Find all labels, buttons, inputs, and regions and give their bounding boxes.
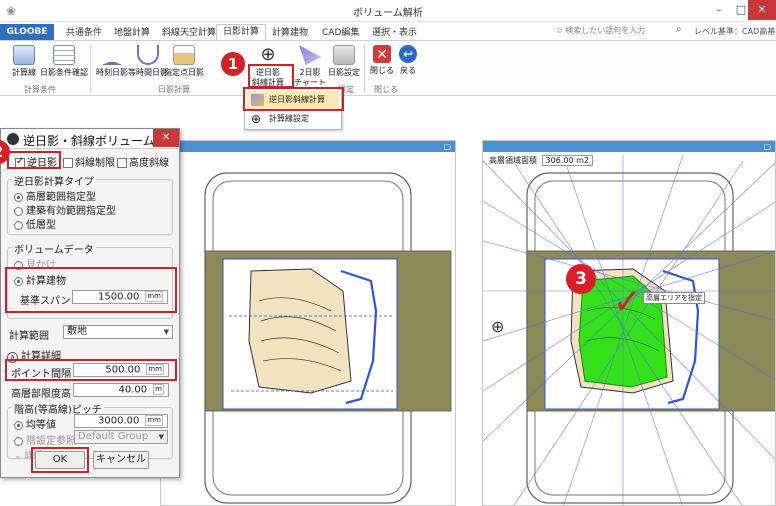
- radio-high-range[interactable]: 高層範囲指定型: [14, 188, 96, 203]
- group-select[interactable]: Default Group ▼: [74, 430, 168, 444]
- menu-item-calc-line-settings[interactable]: ⊕ 計算線設定: [247, 110, 339, 128]
- highlight-calc-building: [5, 267, 177, 313]
- tab-calc-building[interactable]: 計算建物: [272, 25, 308, 40]
- range-label: 計算範囲: [9, 331, 49, 342]
- checkbox-icon: [63, 158, 73, 168]
- search-input[interactable]: ⊘ 検索したい語句を入力: [556, 24, 684, 38]
- cancel-button[interactable]: キャンセル: [93, 451, 149, 469]
- area-value: 306.00 m2: [541, 155, 593, 166]
- height-limit-label: 高層部限度高: [11, 389, 71, 400]
- search-icon[interactable]: ⌕: [676, 24, 682, 35]
- north-arrow-icon: ⊕: [491, 317, 505, 336]
- radio-icon: [14, 220, 23, 230]
- group-label-calc-conditions: 計算条件: [24, 85, 56, 94]
- point-shadow-icon: [173, 45, 195, 65]
- back-button[interactable]: ↩ 戻る: [388, 45, 428, 76]
- search-placeholder: 検索したい語句を入力: [565, 26, 646, 35]
- highlight-reverse-shadow-check: [7, 151, 61, 169]
- check-slant-limit[interactable]: 斜線制限: [63, 154, 115, 169]
- tab-gloobe[interactable]: GLOOBE: [0, 24, 54, 40]
- calc-line-button[interactable]: 計算線: [4, 45, 44, 78]
- time-shadow-button[interactable]: 時刻日影: [92, 45, 132, 78]
- ribbon: 計算線 日影条件確認 時刻日影 等時間日影 指定点日影 ⊕ 逆日影 斜線計算 2…: [0, 40, 776, 96]
- equal-time-shadow-button[interactable]: 等時間日影: [128, 45, 168, 78]
- close-window-button[interactable]: ✕: [748, 0, 776, 20]
- step-badge-3: 3: [566, 264, 596, 294]
- radio-icon: [14, 420, 23, 430]
- crosshair-icon: ⊕: [251, 112, 262, 126]
- radio-equal-value[interactable]: 均等値: [14, 416, 56, 431]
- tab-slant-calc[interactable]: 斜線天空計算: [162, 25, 216, 40]
- expand-icon: ⌄: [14, 451, 25, 461]
- radio-icon: [14, 192, 23, 202]
- dialog-close-button[interactable]: ✕: [153, 129, 179, 147]
- check-mark-icon: ✓: [613, 282, 642, 322]
- condition-table-icon: [53, 45, 75, 65]
- calc-line-icon: [13, 45, 35, 65]
- radio-low-rise[interactable]: 低層型: [14, 216, 56, 231]
- left-canvas-panel[interactable]: ▢: [160, 140, 456, 506]
- highlight-reverse-shadow: [248, 64, 294, 88]
- checkbox-icon: [117, 158, 127, 168]
- tab-shadow-calc[interactable]: 日影計算: [216, 24, 267, 41]
- tab-cad-edit[interactable]: CAD編集: [322, 25, 359, 40]
- shadow-condition-button[interactable]: 日影条件確認: [40, 45, 88, 78]
- chevron-down-icon: ▼: [163, 328, 169, 336]
- pitch-input[interactable]: 3000.00 mm: [74, 414, 168, 428]
- time-shadow-icon: [101, 45, 123, 65]
- area-readout: 高層領域面積 306.00 m2: [489, 155, 593, 166]
- right-site-drawing: [483, 154, 775, 505]
- point-shadow-button[interactable]: 指定点日影: [164, 45, 204, 78]
- area-label: 高層領域面積: [489, 156, 537, 165]
- group-label-close: 閉じる: [374, 85, 398, 94]
- high-area-callout: 高層エリアを指定: [643, 292, 705, 304]
- height-limit-input[interactable]: 40.00 m: [73, 383, 169, 397]
- shadow-settings-button[interactable]: 日影設定: [324, 45, 364, 78]
- shadow-settings-icon: [333, 45, 355, 65]
- right-canvas-panel[interactable]: ▢ 高層領域面積 306.00 m2 高層エリアを指定 ✓ ⊕: [482, 140, 776, 506]
- title-bar: ❀ ボリューム解析 – □ ✕: [0, 0, 776, 22]
- calc-type-group: 逆日影計算タイプ 高層範囲指定型 建築有効範囲指定型 低層型: [7, 173, 173, 235]
- tab-select-view[interactable]: 選択・表示: [372, 25, 417, 40]
- step-badge-1: 1: [221, 52, 245, 76]
- tab-ground-calc[interactable]: 地盤計算: [114, 25, 150, 40]
- highlight-menu-item: [243, 87, 344, 111]
- radio-effective-range[interactable]: 建築有効範囲指定型: [14, 202, 116, 217]
- window-title: ボリューム解析: [353, 8, 423, 19]
- shadow-chart-icon: [299, 45, 321, 65]
- radio-icon: [14, 436, 23, 446]
- dialog-app-icon: [7, 133, 19, 145]
- reverse-shadow-icon: ⊕: [260, 44, 276, 65]
- chevron-down-icon: ▼: [158, 433, 164, 441]
- group-label-shadow-calc: 日影計算: [158, 85, 190, 94]
- back-arrow-icon: ↩: [399, 45, 417, 63]
- radio-icon: [14, 206, 23, 216]
- equal-time-shadow-icon: [137, 45, 159, 65]
- left-site-drawing: [204, 172, 452, 504]
- ribbon-separator: [90, 45, 91, 93]
- level-base-label: レベル基準：CAD高基準: [694, 27, 776, 36]
- tab-common-conditions[interactable]: 共通条件: [66, 25, 102, 40]
- highlight-ok-button: [31, 447, 89, 473]
- check-height-slant[interactable]: 高度斜線: [117, 154, 169, 169]
- highlight-point-interval: [5, 359, 177, 381]
- radio-floor-setting[interactable]: 階設定参照: [14, 432, 76, 447]
- reverse-shadow-dialog: 逆日影・斜線ボリューム計算 ✕ 逆日影 斜線制限 高度斜線 逆日影計算タイプ 高…: [0, 128, 180, 478]
- dialog-title-bar: 逆日影・斜線ボリューム計算 ✕: [1, 129, 179, 149]
- range-select[interactable]: 敷地 ▼: [63, 325, 173, 339]
